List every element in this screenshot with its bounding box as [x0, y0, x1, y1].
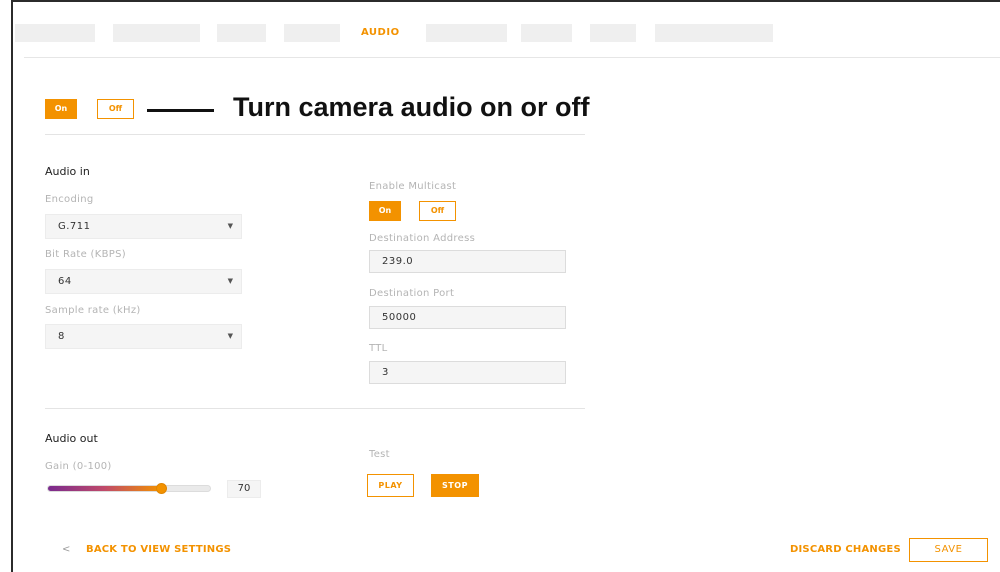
- chevron-down-icon: ▼: [227, 222, 233, 230]
- nav-tab-6[interactable]: [426, 24, 507, 42]
- bit-rate-select[interactable]: 64 ▼: [45, 269, 242, 294]
- nav-tab-7[interactable]: [521, 24, 572, 42]
- chevron-left-icon[interactable]: <: [62, 544, 70, 555]
- destination-address-field[interactable]: 239.0: [369, 250, 566, 273]
- destination-port-value: 50000: [382, 312, 417, 323]
- nav-tab-4[interactable]: [284, 24, 340, 42]
- nav-tab-1[interactable]: [15, 24, 95, 42]
- gain-label: Gain (0-100): [45, 461, 112, 472]
- destination-address-value: 239.0: [382, 256, 414, 267]
- ttl-label: TTL: [369, 343, 388, 354]
- audio-off-button[interactable]: Off: [97, 99, 134, 119]
- nav-tab-audio[interactable]: AUDIO: [361, 24, 411, 42]
- nav-tab-8[interactable]: [590, 24, 636, 42]
- audio-on-button[interactable]: On: [45, 99, 77, 119]
- sample-rate-select[interactable]: 8 ▼: [45, 324, 242, 349]
- encoding-label: Encoding: [45, 194, 94, 205]
- sample-rate-label: Sample rate (kHz): [45, 305, 141, 316]
- bit-rate-value: 64: [58, 276, 72, 287]
- destination-port-field[interactable]: 50000: [369, 306, 566, 329]
- ttl-value: 3: [382, 367, 389, 378]
- settings-nav: AUDIO: [15, 24, 775, 44]
- gain-value[interactable]: 70: [227, 480, 261, 498]
- encoding-select[interactable]: G.711 ▼: [45, 214, 242, 239]
- discard-changes-button[interactable]: DISCARD CHANGES: [790, 544, 901, 555]
- bit-rate-label: Bit Rate (KBPS): [45, 249, 126, 260]
- nav-tab-3[interactable]: [217, 24, 266, 42]
- section-divider-top: [45, 134, 585, 135]
- back-to-view-settings-link[interactable]: BACK TO VIEW SETTINGS: [86, 544, 231, 555]
- section-divider-bottom: [45, 408, 585, 409]
- chevron-down-icon: ▼: [227, 277, 233, 285]
- audio-in-heading: Audio in: [45, 165, 90, 178]
- test-label: Test: [369, 449, 390, 460]
- destination-port-label: Destination Port: [369, 288, 455, 299]
- sample-rate-value: 8: [58, 331, 65, 342]
- multicast-on-button[interactable]: On: [369, 201, 401, 221]
- nav-divider: [24, 57, 1000, 58]
- stop-button[interactable]: STOP: [431, 474, 479, 497]
- play-button[interactable]: PLAY: [367, 474, 414, 497]
- gain-slider-fill: [48, 486, 162, 491]
- ttl-field[interactable]: 3: [369, 361, 566, 384]
- gain-slider[interactable]: [47, 483, 211, 494]
- multicast-label: Enable Multicast: [369, 181, 457, 192]
- nav-tab-2[interactable]: [113, 24, 200, 42]
- destination-address-label: Destination Address: [369, 233, 476, 244]
- multicast-off-button[interactable]: Off: [419, 201, 456, 221]
- audio-out-heading: Audio out: [45, 432, 98, 445]
- annotation-text: Turn camera audio on or off: [233, 92, 590, 122]
- nav-tab-9[interactable]: [655, 24, 773, 42]
- save-button[interactable]: SAVE: [909, 538, 988, 562]
- chevron-down-icon: ▼: [227, 332, 233, 340]
- annotation-pointer-line: [147, 109, 214, 112]
- encoding-value: G.711: [58, 221, 91, 232]
